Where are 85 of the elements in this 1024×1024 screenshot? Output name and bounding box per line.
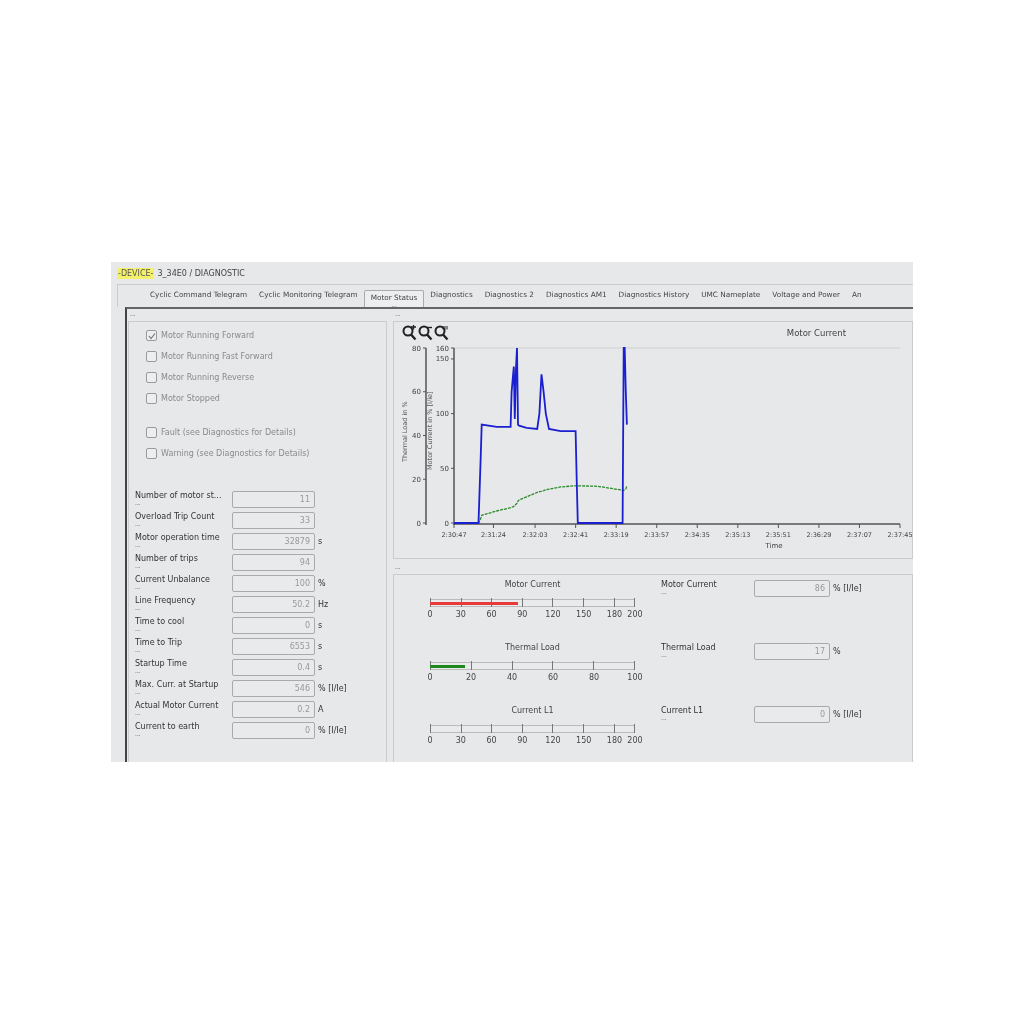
value-field[interactable]: 50.2	[232, 596, 315, 613]
unit-label: %	[317, 579, 327, 588]
checkbox[interactable]	[146, 330, 157, 341]
tick-label: 120	[545, 736, 561, 745]
checkbox-label: Warning (see Diagnostics for Details)	[161, 449, 310, 458]
checkbox-label: Motor Running Fast Forward	[161, 352, 273, 361]
unit-label: s	[317, 663, 324, 672]
unit-label: %	[832, 646, 841, 658]
tick-label: 150	[576, 610, 592, 619]
unit-label: s	[317, 621, 324, 630]
field-label: Current Unbalance	[135, 575, 211, 584]
value-field[interactable]: 0	[232, 617, 315, 634]
value-field[interactable]: 0	[754, 706, 830, 723]
value-field[interactable]: 0.2	[232, 701, 315, 718]
tick-label: 180	[606, 610, 623, 619]
unit-label: s	[317, 642, 324, 651]
value-field[interactable]: 32879	[232, 533, 315, 550]
field-label: Startup Time	[135, 659, 188, 668]
field-label: Line Frequency	[135, 596, 197, 605]
tick-label: 40	[506, 673, 518, 682]
field-label: Number of trips	[135, 554, 199, 563]
tick-label: 0	[427, 673, 433, 682]
unit-label: A	[317, 705, 325, 714]
tick-label: 30	[455, 610, 466, 619]
tick-label: 200	[627, 610, 643, 619]
field-label: Motor operation time	[135, 533, 221, 542]
tick-label: 0	[427, 610, 433, 619]
unit-label: s	[317, 537, 324, 546]
field-label: Number of motor st...	[135, 491, 223, 500]
value-field[interactable]: 6553	[232, 638, 315, 655]
checkbox-label: Motor Stopped	[161, 394, 220, 403]
value-field[interactable]: 100	[232, 575, 315, 592]
checkbox[interactable]	[146, 351, 157, 362]
tick-label: 90	[517, 736, 528, 745]
zoom-reset-icon[interactable]	[434, 325, 449, 341]
unit-label: % [I/Ie]	[832, 583, 862, 595]
gauge-title: Current L1	[510, 706, 555, 715]
chart-title: Motor Current	[786, 328, 846, 338]
field-label: Overload Trip Count	[135, 512, 216, 521]
unit-label: % [I/Ie]	[317, 684, 348, 693]
value-field[interactable]: 86	[754, 580, 830, 597]
tick-label: 60	[486, 736, 497, 745]
tick-label: 90	[517, 610, 528, 619]
checkbox-label: Fault (see Diagnostics for Details)	[161, 428, 296, 437]
checkbox[interactable]	[146, 393, 157, 404]
checkbox[interactable]	[146, 372, 157, 383]
field-label: Time to cool	[135, 617, 186, 626]
field-label: Actual Motor Current	[135, 701, 220, 710]
tick-label: 20	[465, 673, 477, 682]
field-label: Time to Trip	[135, 638, 183, 647]
device-tag: -DEVICE-	[117, 267, 155, 279]
value-field[interactable]: 17	[754, 643, 830, 660]
tick-label: 150	[576, 736, 592, 745]
gauge-title: Motor Current	[503, 580, 562, 589]
value-field[interactable]: 94	[232, 554, 315, 571]
tick-label: 60	[547, 673, 559, 682]
field-label: Max. Curr. at Startup	[135, 680, 220, 689]
tick-label: 30	[455, 736, 466, 745]
tick-label: 80	[588, 673, 600, 682]
value-field[interactable]: 546	[232, 680, 315, 697]
tick-label: 180	[606, 736, 623, 745]
checkbox[interactable]	[146, 448, 157, 459]
value-field[interactable]: 0	[232, 722, 315, 739]
tick-label: 100	[627, 673, 643, 682]
zoom-out-icon[interactable]	[418, 325, 433, 341]
value-field[interactable]: 11	[232, 491, 315, 508]
tick-label: 120	[545, 610, 561, 619]
zoom-in-icon[interactable]	[402, 325, 417, 341]
field-label: Current to earth	[135, 722, 201, 731]
tick-label: 200	[627, 736, 643, 745]
unit-label: Hz	[317, 600, 330, 609]
unit-label: % [I/Ie]	[832, 709, 862, 721]
field-label: Motor Current	[661, 580, 718, 589]
tick-label: 60	[486, 610, 497, 619]
unit-label: % [I/Ie]	[317, 726, 348, 735]
value-field[interactable]: 0.4	[232, 659, 315, 676]
gauge-title: Thermal Load	[504, 643, 561, 652]
field-label: Current L1	[661, 706, 705, 715]
tick-label: 0	[427, 736, 433, 745]
checkbox-label: Motor Running Reverse	[161, 373, 255, 382]
checkbox[interactable]	[146, 427, 157, 438]
checkbox-label: Motor Running Forward	[161, 331, 255, 340]
value-field[interactable]: 33	[232, 512, 315, 529]
breadcrumb-path: 3_34E0 / DIAGNOSTIC	[157, 268, 245, 278]
field-label: Thermal Load	[661, 643, 717, 652]
